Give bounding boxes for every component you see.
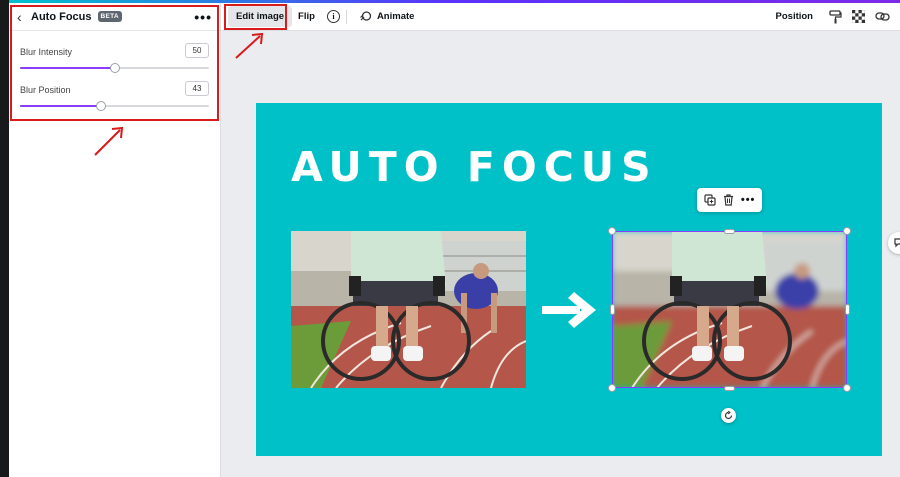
original-photo[interactable] bbox=[291, 231, 526, 388]
top-toolbar: Edit image Flip i Animate Position bbox=[221, 3, 900, 31]
position-button[interactable]: Position bbox=[770, 7, 819, 26]
annotation-arrow-edit-image bbox=[235, 32, 264, 59]
link-icon[interactable] bbox=[875, 10, 890, 23]
annotation-box-panel bbox=[10, 5, 219, 121]
resize-handle-left[interactable] bbox=[610, 304, 615, 315]
toolbar-divider bbox=[345, 9, 347, 24]
editor-app: ‹ Auto Focus BETA ••• Blur Intensity 50 … bbox=[0, 0, 900, 477]
right-arrow-icon bbox=[542, 292, 596, 328]
resize-handle-bottom[interactable] bbox=[724, 386, 735, 391]
comment-icon bbox=[894, 238, 900, 248]
element-floating-toolbar: ••• bbox=[697, 188, 762, 212]
selection-box bbox=[612, 231, 847, 388]
animate-icon bbox=[360, 11, 372, 21]
animate-label: Animate bbox=[376, 11, 415, 22]
resize-handle-top-right[interactable] bbox=[843, 227, 851, 235]
comment-button[interactable] bbox=[888, 232, 900, 254]
rotate-icon bbox=[724, 411, 733, 420]
wheelchair-racer-image bbox=[291, 231, 526, 388]
resize-handle-top[interactable] bbox=[724, 229, 735, 234]
annotation-box-edit-image bbox=[224, 4, 287, 30]
design-title[interactable]: AUTO FOCUS bbox=[291, 143, 658, 191]
left-rail bbox=[0, 0, 9, 477]
resize-handle-bottom-left[interactable] bbox=[608, 384, 616, 392]
resize-handle-top-left[interactable] bbox=[608, 227, 616, 235]
duplicate-icon[interactable] bbox=[703, 194, 716, 206]
resize-handle-right[interactable] bbox=[845, 304, 850, 315]
rotate-handle[interactable] bbox=[721, 408, 736, 423]
annotation-arrow-panel bbox=[94, 126, 124, 156]
transparency-icon[interactable] bbox=[852, 10, 865, 23]
more-options-icon[interactable]: ••• bbox=[741, 194, 756, 206]
right-tools: Position bbox=[770, 7, 900, 26]
paint-roller-icon[interactable] bbox=[829, 9, 842, 24]
flip-button[interactable]: Flip bbox=[292, 7, 321, 26]
resize-handle-bottom-right[interactable] bbox=[843, 384, 851, 392]
info-icon[interactable]: i bbox=[326, 10, 340, 23]
trash-icon[interactable] bbox=[723, 194, 734, 206]
animate-button[interactable]: Animate bbox=[353, 6, 420, 27]
